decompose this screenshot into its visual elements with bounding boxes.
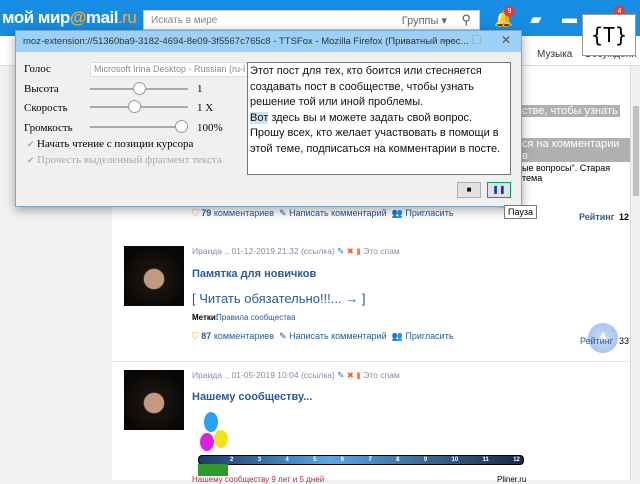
search-input[interactable]: Искать в мире Группы ▾ ⚲ [143,10,480,30]
tag-link[interactable]: Правила сообщества [216,313,296,322]
close-button[interactable]: ✕ [501,33,511,47]
rating-label: Рейтинг [579,212,615,222]
tooltip: Пауза [504,205,538,219]
pause-button[interactable]: ❚❚ [487,182,511,198]
slider-knob[interactable] [132,82,146,95]
pitch-slider[interactable] [90,82,188,95]
read-selection-checkbox[interactable]: ✔ Прочесть выделенный фрагмент текста [27,154,222,166]
timeline-tick: 2 [230,457,234,463]
ttsfox-window: moz-extension://51360ba9-3182-4694-8e09-… [15,30,522,207]
volume-label: Громкость [24,122,73,134]
window-title: moz-extension://51360ba9-3182-4694-8e09-… [23,36,469,47]
highlighted-text: ся на комментарии в [520,138,630,162]
chat-icon[interactable]: ▰ [530,10,542,28]
search-scope-dropdown[interactable]: Группы ▾ [402,14,447,27]
pitch-value: 1 [197,83,203,95]
balloon-icon [204,412,218,432]
post-text-fragment: ые вопросы". Старая тема [522,163,611,183]
avatar[interactable] [124,370,184,430]
rating-value: 12 [619,212,630,222]
invite-link[interactable]: Пригласить [405,331,453,341]
maximize-button[interactable]: ☐ [471,33,482,47]
rating-value: 33 [619,336,630,346]
slider-knob[interactable] [175,120,188,133]
messages-icon[interactable]: ▬ [562,10,577,27]
rate-value: 1 X [197,102,214,114]
timeline-tick: 8 [396,457,400,463]
highlighted-text: стве, чтобы узнать [520,105,620,117]
post-title[interactable]: Памятка для новичков [192,268,316,280]
tags-label: Метки: [192,313,219,322]
rating-label: Рейтинг [580,336,614,346]
post-meta: Ираида ., 01-12-2019 21:32 (ссылка) ✎ ✖ … [192,246,400,256]
text-area[interactable]: Этот пост для тех, кто боится или стесня… [247,62,511,175]
spam-link[interactable]: Это спам [363,246,399,256]
timeline-tick: 6 [340,457,345,463]
volume-slider[interactable] [90,120,188,133]
pitch-label: Высота [24,83,59,95]
avatar[interactable] [124,246,184,306]
timeline-tick: 9 [423,457,428,463]
rate-slider[interactable] [90,100,188,113]
post-title[interactable]: Нашему сообществу... [192,391,312,403]
timeline-tick: 5 [313,457,317,463]
rate-label: Скорость [24,102,68,114]
post-actions: ⛉ 87 комментариев ✎ Написать комментарий… [192,331,454,341]
invite-link[interactable]: Пригласить [405,208,453,218]
volume-value: 100% [197,122,223,134]
notification-badge: 9 [504,6,515,17]
tts-extension-button[interactable]: {T} [582,14,636,56]
balloon-icon [200,433,214,451]
divider [112,361,630,362]
timeline-tick: 4 [285,457,289,463]
voice-label: Голос [24,63,51,75]
start-from-cursor-checkbox[interactable]: ✔ Начать чтение с позиции курсора [27,138,193,150]
scrollbar-thumb[interactable] [633,106,639,196]
window-title-bar[interactable]: moz-extension://51360ba9-3182-4694-8e09-… [16,31,521,52]
comments-link[interactable]: комментариев [214,331,274,341]
timeline-tick: 7 [368,457,372,463]
nav-music[interactable]: Музыка [537,49,572,60]
balloon-icon [214,430,228,448]
slider-knob[interactable] [128,100,142,113]
voice-select[interactable]: Microsoft Irina Desktop - Russian (ru-RU… [90,62,256,77]
post-actions: ⛉ 79 комментариев ✎ Написать комментарий… [192,208,454,218]
timeline-tick: 3 [257,457,262,463]
write-comment-link[interactable]: Написать комментарий [289,208,387,218]
spam-link[interactable]: Это спам [363,370,399,380]
post-meta: Ираида ., 01-05-2019 10:04 (ссылка) ✎ ✖ … [192,370,400,380]
logo[interactable]: мой мир@mail.ru [2,8,137,28]
minimize-button[interactable]: — [442,33,454,47]
timeline-tick: 12 [513,457,520,463]
search-placeholder: Искать в мире [151,15,218,26]
stop-button[interactable]: ■ [457,182,481,198]
write-comment-link[interactable]: Написать комментарий [289,331,387,341]
comments-link[interactable]: комментариев [214,208,274,218]
timeline-tick: 11 [482,457,489,463]
scrollbar[interactable] [630,66,640,480]
search-icon[interactable]: ⚲ [461,12,471,28]
read-more-link[interactable]: [ Читать обязательно!!!... → ] [192,291,365,306]
timeline-tick: 10 [451,457,459,463]
